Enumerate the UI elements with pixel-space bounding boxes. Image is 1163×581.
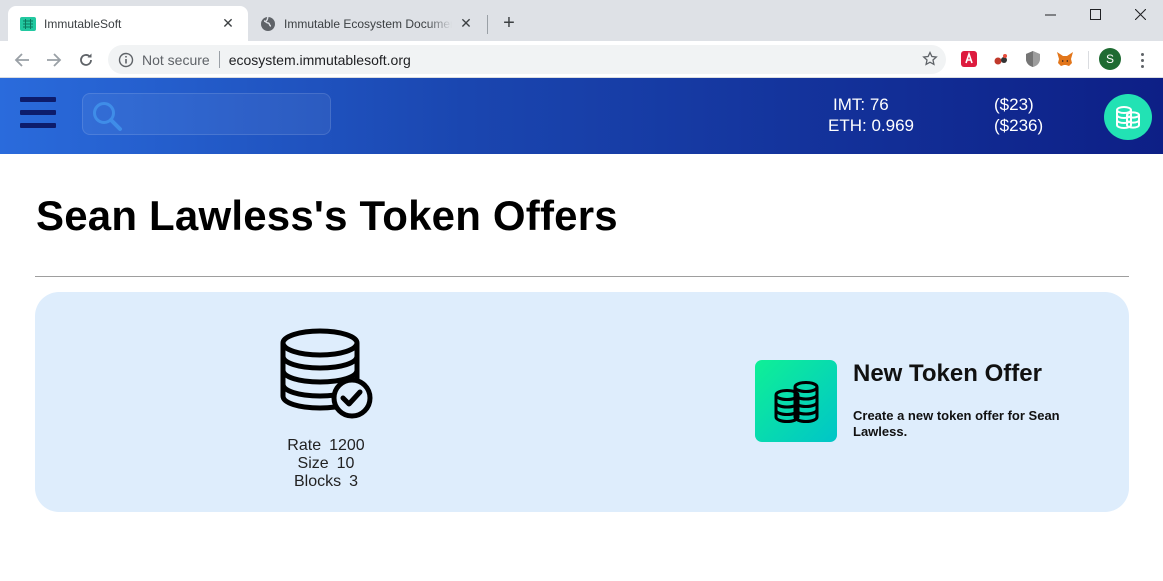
- token-offers-card: Rate 1200 Size 10 Blocks 3 New Token Off…: [35, 292, 1129, 512]
- new-token-offer-description: Create a new token offer for Sean Lawles…: [853, 408, 1060, 439]
- search-icon: [93, 102, 122, 131]
- browser-tab-bar: ImmutableSoft ✕ Immutable Ecosystem Docu…: [0, 0, 1163, 41]
- imt-balance: IMT: 76: [833, 95, 889, 114]
- metamask-fox-icon[interactable]: [1056, 50, 1074, 68]
- security-label: Not secure: [142, 51, 210, 68]
- forward-arrow-icon[interactable]: [42, 48, 66, 72]
- app-header: IMT: 76 ETH: 0.969 ($23) ($236): [0, 78, 1163, 154]
- page-title: Sean Lawless's Token Offers: [36, 192, 618, 239]
- minimize-icon[interactable]: [1027, 0, 1073, 28]
- new-token-offer-button[interactable]: [755, 360, 837, 442]
- ladybug-extension-icon[interactable]: [992, 50, 1010, 68]
- coins-check-icon[interactable]: [280, 326, 374, 422]
- offer-stat-blocks: Blocks 3: [293, 473, 359, 490]
- tab-documentation[interactable]: Immutable Ecosystem Documentation ✕: [248, 6, 486, 41]
- maximize-icon[interactable]: [1072, 0, 1118, 28]
- eth-usd-value: ($236): [994, 116, 1044, 135]
- close-tab-icon[interactable]: ✕: [458, 15, 474, 32]
- profile-avatar[interactable]: S: [1099, 48, 1121, 70]
- omnibox-divider: [218, 51, 220, 68]
- back-arrow-icon[interactable]: [10, 48, 34, 72]
- imt-usd-value: ($23): [994, 95, 1034, 114]
- star-icon[interactable]: [922, 51, 938, 67]
- account-avatar[interactable]: [1104, 94, 1152, 140]
- tab-title: ImmutableSoft: [44, 16, 122, 31]
- offer-stats: Rate 1200 Size 10 Blocks 3: [271, 437, 381, 491]
- title-divider: [35, 276, 1129, 277]
- offer-stat-rate: Rate 1200: [287, 437, 365, 454]
- address-bar[interactable]: Not secure ecosystem.immutablesoft.org: [108, 45, 946, 74]
- eth-balance: ETH: 0.969: [828, 116, 914, 135]
- angular-extension-icon[interactable]: [960, 50, 978, 68]
- search-box[interactable]: [82, 93, 331, 135]
- globe-icon: [261, 16, 275, 31]
- coins-icon: [774, 381, 819, 424]
- kebab-menu-icon[interactable]: [1133, 50, 1151, 70]
- shield-extension-icon[interactable]: [1024, 50, 1042, 68]
- new-tab-icon[interactable]: +: [497, 11, 521, 35]
- offer-stat-size: Size 10: [297, 455, 355, 472]
- coins-icon: [1116, 106, 1140, 130]
- browser-toolbar: Not secure ecosystem.immutablesoft.org S: [0, 41, 1163, 78]
- search-input[interactable]: [129, 102, 324, 128]
- reload-icon[interactable]: [74, 48, 98, 72]
- info-icon[interactable]: [118, 52, 134, 68]
- window-close-icon[interactable]: [1117, 0, 1163, 28]
- new-token-offer-title[interactable]: New Token Offer: [853, 360, 1042, 388]
- immutablesoft-favicon-icon: [20, 16, 36, 31]
- url-text[interactable]: ecosystem.immutablesoft.org: [229, 52, 411, 68]
- tab-immutablesoft[interactable]: ImmutableSoft ✕: [8, 6, 248, 41]
- close-tab-icon[interactable]: ✕: [220, 15, 236, 32]
- hamburger-menu-icon[interactable]: [20, 97, 56, 128]
- tab-separator: [487, 15, 488, 34]
- extension-separator: [1088, 51, 1089, 69]
- tab-title: Immutable Ecosystem Documentation: [284, 16, 452, 31]
